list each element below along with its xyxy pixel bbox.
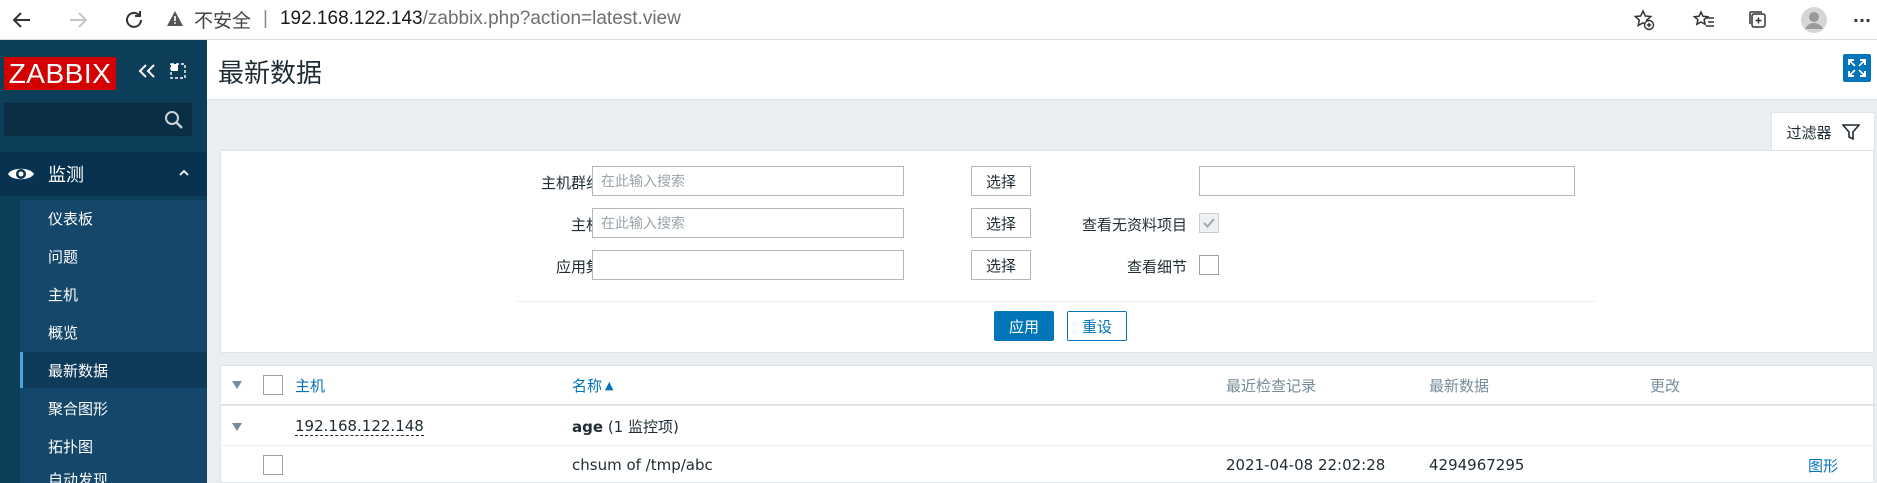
collections-button[interactable] (1742, 4, 1774, 36)
reload-button[interactable] (118, 4, 150, 36)
header-last-check: 最近检查记录 (1226, 376, 1317, 395)
application-input[interactable] (592, 250, 904, 280)
collapse-sidebar-button[interactable] (134, 58, 160, 84)
eye-icon (8, 168, 34, 180)
sidebar-item-screens[interactable]: 聚合图形 (20, 390, 207, 426)
header-change: 更改 (1650, 376, 1681, 395)
show-details-label: 查看细节 (1126, 258, 1187, 276)
filter-divider (517, 301, 1595, 302)
hide-sidebar-button[interactable] (165, 58, 191, 84)
sidebar-item-hosts[interactable]: 主机 (20, 276, 207, 312)
filter-tab[interactable]: 过滤器 (1771, 112, 1875, 151)
show-details-checkbox[interactable] (1199, 255, 1219, 275)
favorites-button[interactable] (1688, 4, 1720, 36)
double-chevron-left-icon (138, 64, 155, 78)
latest-data-table: 主机 名称 ▲ 最近检查记录 最新数据 更改 192.168.122.148 a… (220, 365, 1875, 483)
table-row: 192.168.122.148 age (1 监控项) (221, 408, 1875, 446)
url-path: /zabbix.php?action=latest.view (422, 8, 681, 29)
fullscreen-button[interactable] (1843, 54, 1871, 82)
header-host[interactable]: 主机 (295, 366, 325, 404)
host-groups-label: 主机群组 (540, 174, 601, 192)
avatar-icon (1801, 7, 1827, 33)
header-last-value: 最新数据 (1429, 376, 1490, 395)
select-all-checkbox-cell[interactable] (263, 366, 283, 404)
sidebar-item-latest-data[interactable]: 最新数据 (20, 352, 207, 388)
item-checkbox[interactable] (263, 455, 283, 475)
filter-panel: 主机群组 在此输入搜索 选择 名称 主机 在此输入搜索 选择 查看无资料项目 应… (220, 150, 1874, 353)
filter-tab-label: 过滤器 (1786, 123, 1832, 142)
item-count: (1 监控项) (607, 418, 679, 436)
application-group-cell: age (1 监控项) (572, 408, 679, 445)
fullscreen-icon (1848, 59, 1866, 77)
page-header: 最新数据 (207, 40, 1877, 100)
collapse-all-toggle[interactable] (231, 366, 243, 404)
funnel-icon (1841, 124, 1860, 141)
item-name: chsum of /tmp/abc (572, 456, 713, 474)
chevron-up-icon (179, 169, 189, 176)
checkmark-icon (1203, 218, 1215, 228)
triangle-down-icon (232, 422, 242, 431)
back-button[interactable] (6, 4, 38, 36)
graph-link[interactable]: 图形 (1808, 446, 1838, 483)
application-name: age (572, 417, 604, 436)
host-link[interactable]: 192.168.122.148 (295, 417, 424, 436)
forward-button[interactable] (62, 4, 94, 36)
page-title: 最新数据 (218, 59, 323, 89)
arrow-right-icon (70, 12, 88, 28)
item-checkbox-cell[interactable] (263, 446, 283, 483)
profile-button[interactable] (1798, 4, 1830, 36)
sidebar: ZABBIX 监测 仪表板 问题 主机 概览 最新数据 聚合图形 拓扑图 自动发… (0, 40, 207, 483)
menu-monitoring[interactable]: 监测 (0, 152, 207, 196)
application-select-button[interactable]: 选择 (971, 250, 1031, 280)
collections-icon (1749, 11, 1766, 28)
menu-monitoring-label: 监测 (48, 165, 84, 186)
host-groups-input[interactable]: 在此输入搜索 (592, 166, 904, 196)
item-last-value: 4294967295 (1429, 456, 1525, 474)
sidebar-toggle-icon (170, 63, 186, 79)
sidebar-item-maps[interactable]: 拓扑图 (20, 428, 207, 464)
sidebar-item-problems[interactable]: 问题 (20, 238, 207, 274)
show-without-data-label: 查看无资料项目 (1081, 216, 1187, 234)
triangle-down-icon (232, 381, 242, 389)
sidebar-search-input[interactable] (4, 103, 192, 136)
sidebar-item-dashboard[interactable]: 仪表板 (20, 200, 207, 236)
more-menu-button[interactable]: ··· (1846, 4, 1877, 36)
star-add-icon (1633, 9, 1655, 31)
browser-toolbar: 不安全 | 192.168.122.143 /zabbix.php?action… (0, 0, 1877, 40)
url-host: 192.168.122.143 (279, 8, 423, 29)
sort-ascending-icon: ▲ (605, 378, 614, 392)
table-row: chsum of /tmp/abc 2021-04-08 22:02:28 42… (221, 446, 1875, 483)
main-content: 最新数据 过滤器 主机群组 在此输入搜索 选择 名称 主机 在此输入搜索 选择 … (207, 40, 1877, 483)
insecure-label: 不安全 (194, 10, 252, 32)
apply-button[interactable]: 应用 (994, 311, 1054, 341)
monitoring-submenu: 仪表板 问题 主机 概览 最新数据 聚合图形 拓扑图 自动发现 (20, 200, 207, 483)
group-toggle[interactable] (231, 408, 243, 445)
show-without-data-checkbox[interactable] (1199, 213, 1219, 233)
zabbix-logo[interactable]: ZABBIX (4, 57, 116, 90)
sidebar-item-overview[interactable]: 概览 (20, 314, 207, 350)
hosts-select-button[interactable]: 选择 (971, 208, 1031, 238)
address-bar[interactable]: 不安全 | 192.168.122.143 /zabbix.php?action… (166, 2, 1666, 36)
sidebar-item-discovery[interactable]: 自动发现 (20, 466, 207, 483)
header-name[interactable]: 名称 ▲ (572, 366, 613, 404)
hosts-label: 主机 (570, 216, 601, 234)
warning-icon (166, 10, 184, 28)
address-separator: | (263, 8, 268, 29)
favorites-icon (1693, 10, 1714, 27)
host-cell: 192.168.122.148 (295, 408, 424, 445)
search-icon[interactable] (163, 109, 185, 131)
reset-button[interactable]: 重设 (1067, 311, 1127, 341)
host-groups-select-button[interactable]: 选择 (971, 166, 1031, 196)
header-name-label: 名称 (572, 376, 603, 395)
select-all-checkbox[interactable] (263, 375, 283, 395)
refresh-icon (126, 11, 142, 28)
name-input[interactable] (1199, 166, 1575, 196)
table-header-row: 主机 名称 ▲ 最近检查记录 最新数据 更改 (221, 366, 1875, 406)
hosts-input[interactable]: 在此输入搜索 (592, 208, 904, 238)
application-label: 应用集 (555, 258, 601, 276)
item-last-check: 2021-04-08 22:02:28 (1226, 456, 1386, 474)
arrow-left-icon (12, 12, 30, 28)
add-favorite-button[interactable] (1628, 4, 1660, 36)
